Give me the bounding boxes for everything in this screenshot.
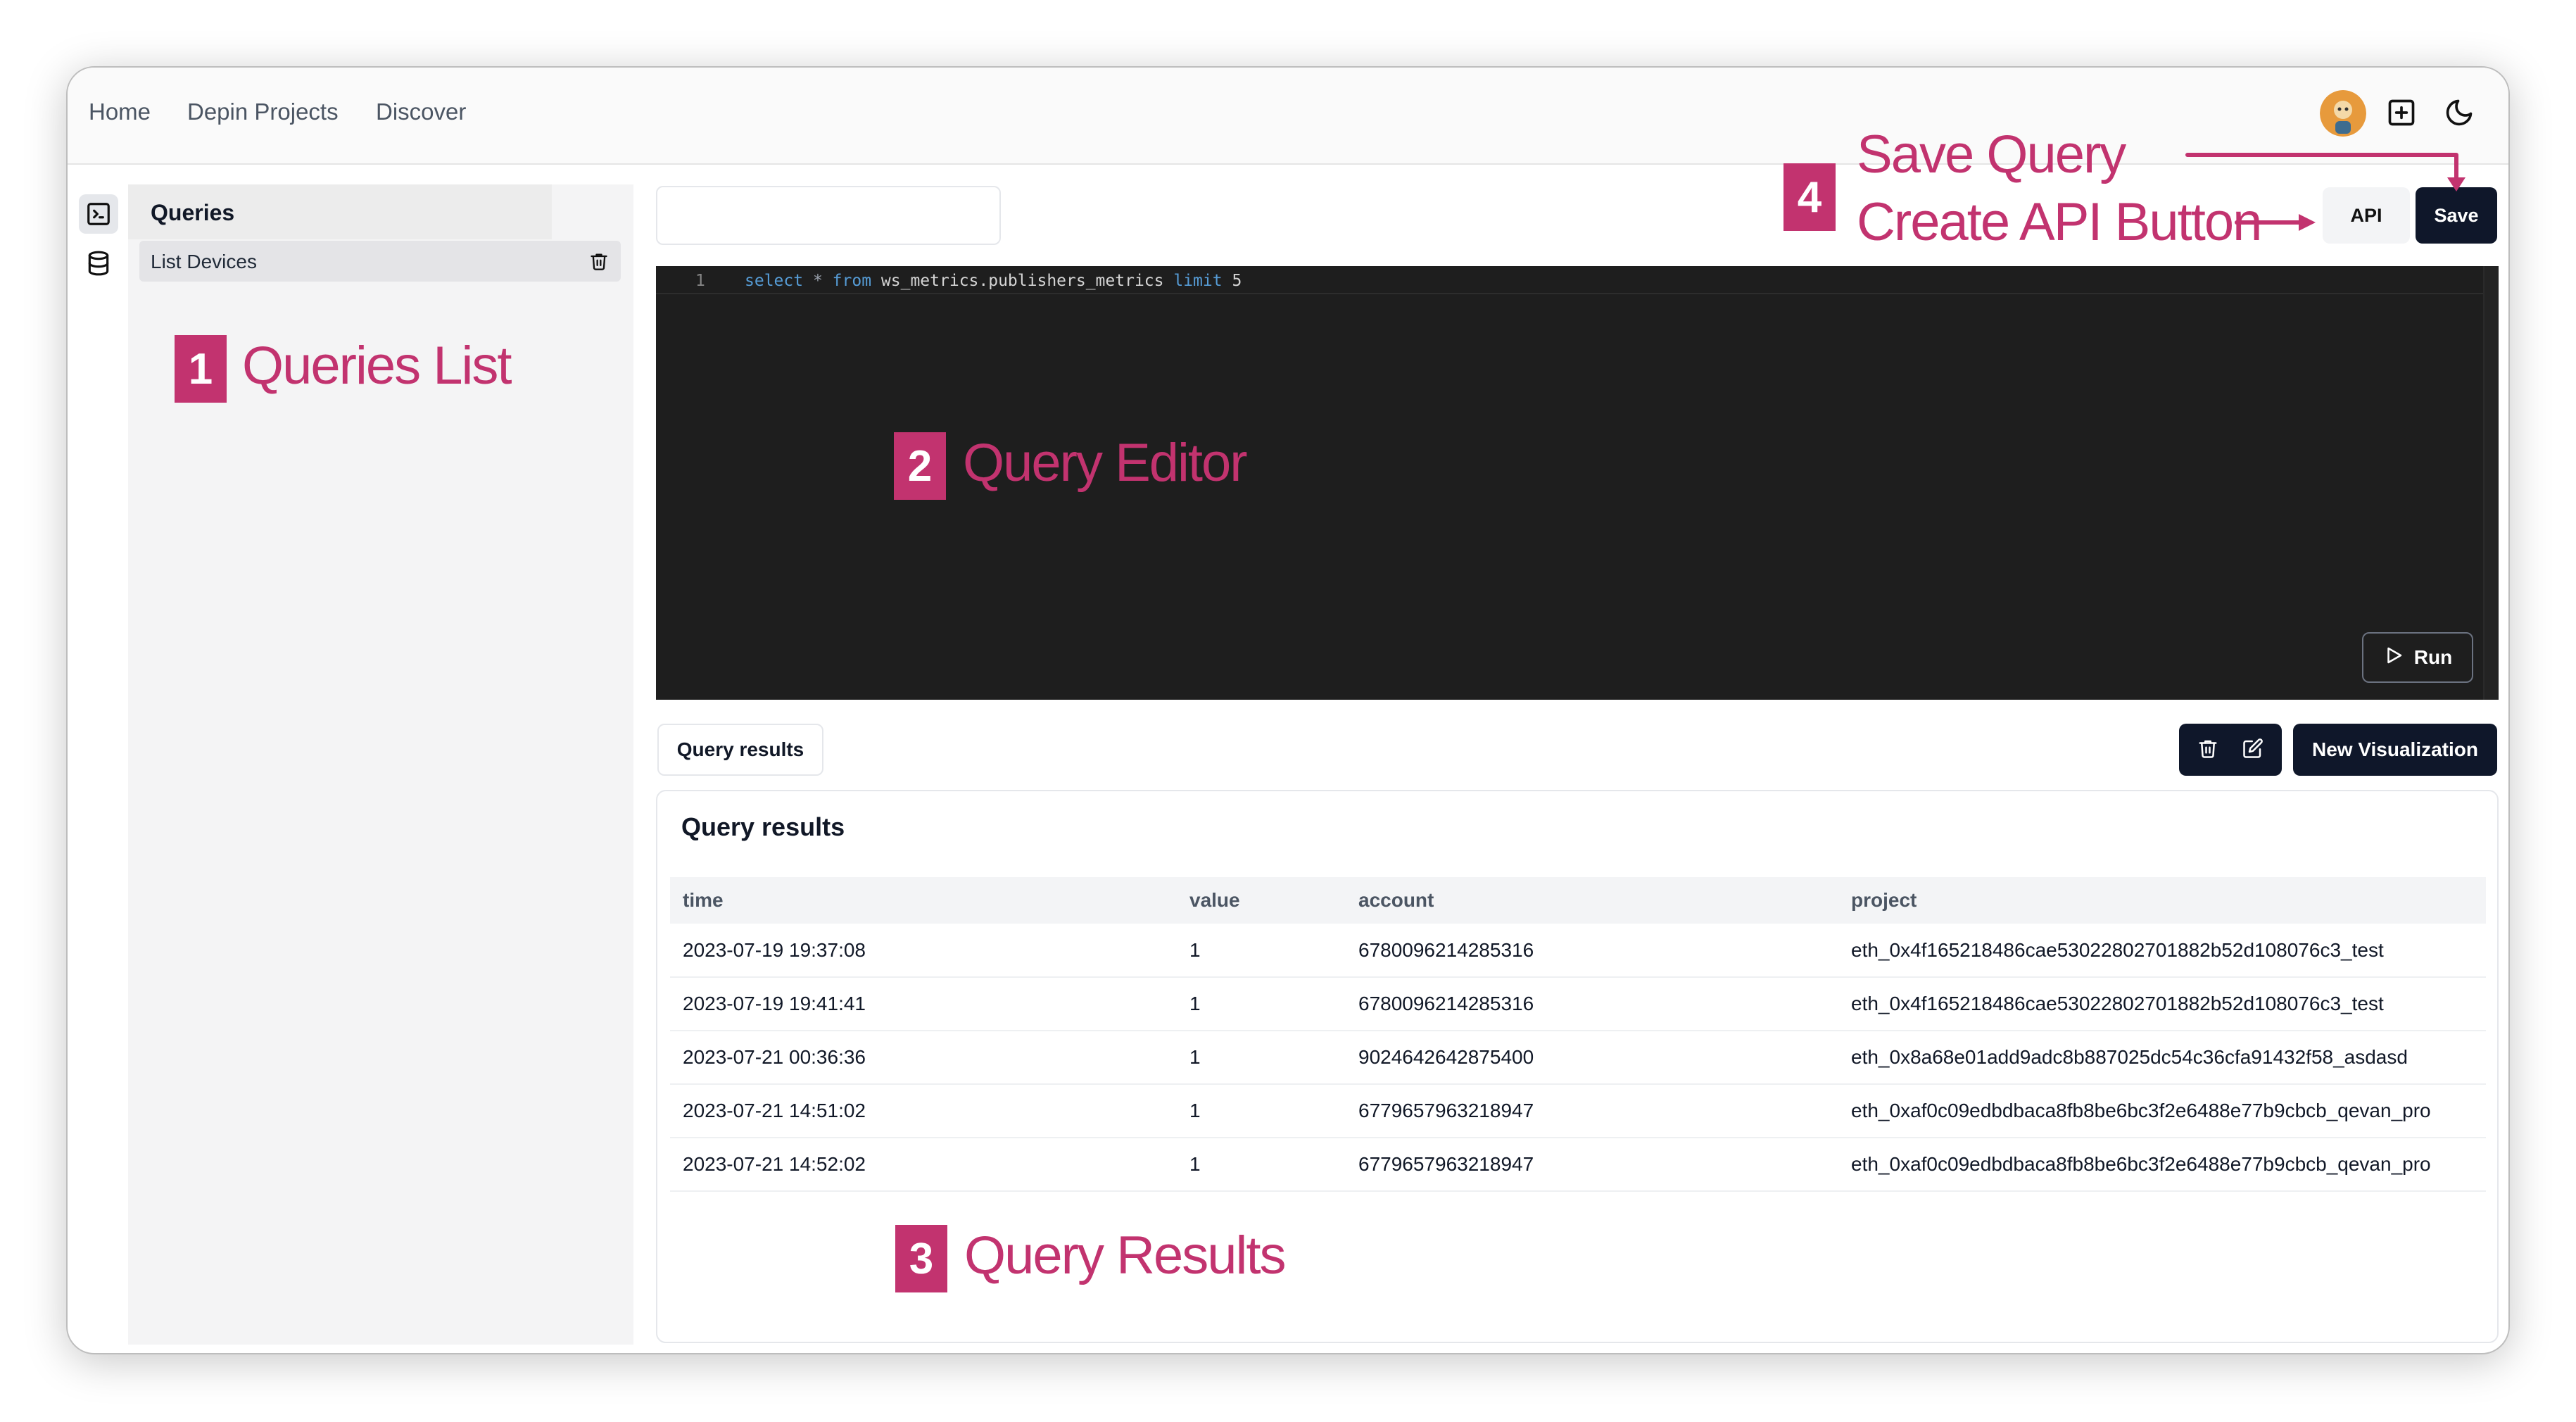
arrow-to-save: [2185, 153, 2458, 187]
annotation-arrows: [2185, 153, 2465, 231]
arrow-head-api: [2299, 214, 2316, 231]
arrow-head-save: [2447, 177, 2465, 191]
app-window: Home Depin Projects Discover Queries Lis…: [66, 66, 2510, 1354]
